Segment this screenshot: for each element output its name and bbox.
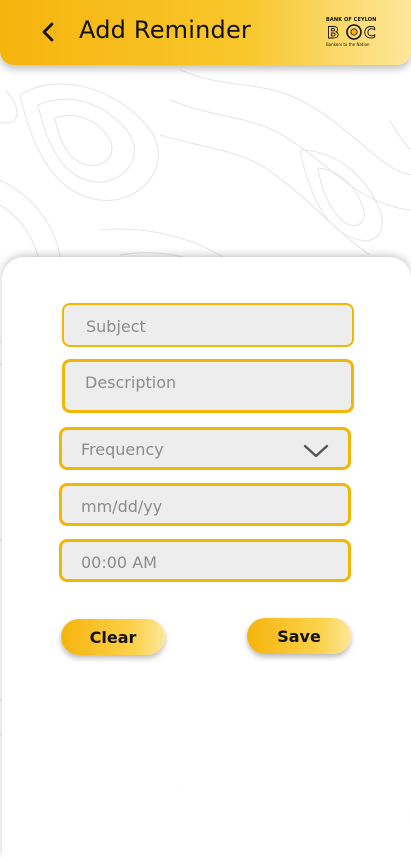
description-placeholder: Description — [85, 373, 177, 392]
frequency-placeholder: Frequency — [81, 440, 164, 459]
app-header: Add Reminder BANK OF CEYLON B C Bankers … — [0, 0, 411, 65]
svg-text:B: B — [327, 23, 339, 41]
back-button[interactable] — [36, 19, 62, 45]
chevron-left-icon — [42, 22, 54, 42]
logo-tagline: Bankers to the Nation — [326, 42, 370, 47]
save-button-label: Save — [277, 626, 321, 646]
description-field[interactable]: Description — [62, 359, 354, 413]
frequency-select[interactable]: Frequency — [59, 427, 351, 470]
clear-button-label: Clear — [89, 627, 137, 647]
save-button[interactable]: Save — [247, 618, 351, 654]
bank-logo: BANK OF CEYLON B C Bankers to the Nation — [326, 17, 382, 49]
time-field[interactable]: 00:00 AM — [59, 539, 351, 582]
subject-field[interactable]: Subject — [62, 303, 354, 347]
subject-placeholder: Subject — [86, 317, 146, 336]
time-placeholder: 00:00 AM — [81, 553, 157, 572]
clear-button[interactable]: Clear — [61, 619, 165, 655]
svg-text:C: C — [364, 23, 376, 41]
date-field[interactable]: mm/dd/yy — [59, 483, 351, 526]
chevron-down-icon — [303, 444, 329, 458]
page-title: Add Reminder — [79, 16, 251, 44]
boc-logo-icon: B C — [327, 23, 377, 41]
date-placeholder: mm/dd/yy — [81, 497, 163, 516]
